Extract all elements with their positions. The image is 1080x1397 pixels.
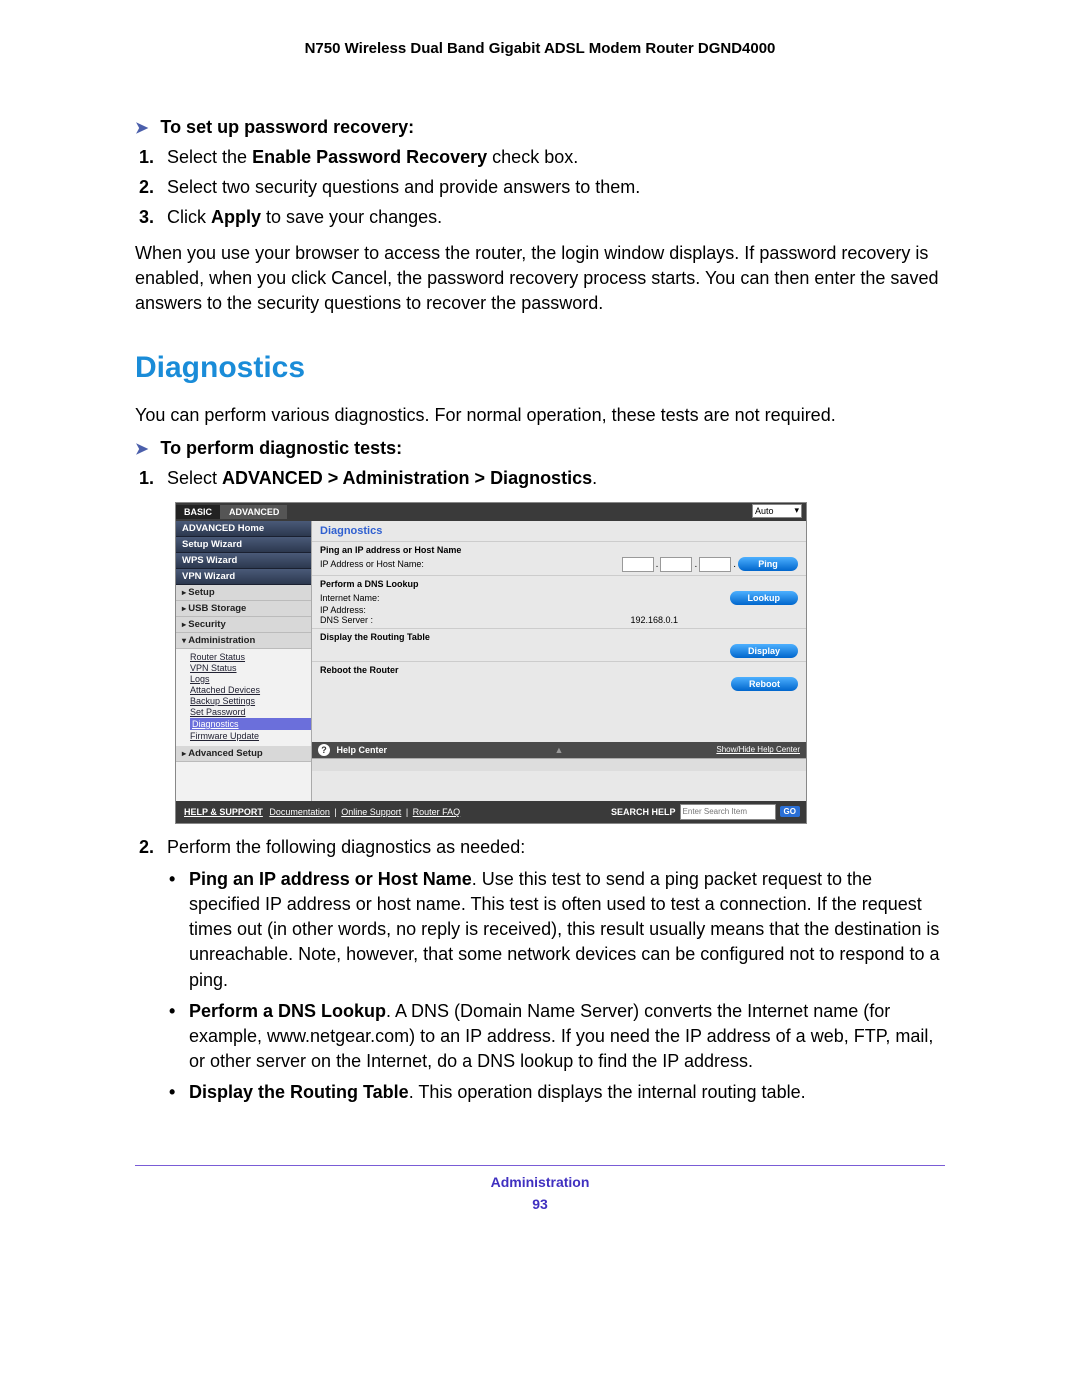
- documentation-link[interactable]: Documentation: [269, 807, 330, 817]
- search-input[interactable]: [680, 804, 776, 820]
- help-support-label: HELP & SUPPORT: [184, 807, 263, 817]
- pwrecovery-steps: 1. Select the Enable Password Recovery c…: [135, 144, 945, 231]
- chevron-down-icon: ▾: [794, 505, 799, 516]
- dns-label: Internet Name:: [320, 593, 380, 603]
- sidebar: ADVANCED Home Setup Wizard WPS Wizard VP…: [176, 521, 312, 801]
- sidebar-submenu: Router Status VPN Status Logs Attached D…: [176, 649, 311, 746]
- ping-section-title: Ping an IP address or Host Name: [320, 545, 798, 555]
- diagnostics-intro: You can perform various diagnostics. For…: [135, 403, 945, 428]
- search-group: SEARCH HELP GO: [611, 804, 800, 820]
- tab-basic[interactable]: BASIC: [176, 505, 221, 519]
- auto-dropdown[interactable]: Auto ▾: [752, 504, 802, 518]
- pwrecovery-paragraph: When you use your browser to access the …: [135, 241, 945, 317]
- ping-octet-2[interactable]: [660, 557, 692, 572]
- horizontal-scrollbar[interactable]: [312, 758, 806, 771]
- list-item: 1. Select the Enable Password Recovery c…: [167, 144, 945, 171]
- footer-divider: [135, 1165, 945, 1166]
- footer-links: HELP & SUPPORT Documentation | Online Su…: [182, 807, 462, 817]
- sub-diagnostics[interactable]: Diagnostics: [190, 718, 311, 730]
- reboot-section: Reboot the Router Reboot: [312, 661, 806, 694]
- tab-bar: BASIC ADVANCED Auto ▾: [176, 503, 806, 521]
- document-page: N750 Wireless Dual Band Gigabit ADSL Mod…: [0, 0, 1080, 1397]
- sidebar-item-advanced-home[interactable]: ADVANCED Home: [176, 521, 311, 537]
- diagnostics-title: Diagnostics: [135, 351, 945, 385]
- sidebar-item-advanced-setup[interactable]: Advanced Setup: [176, 746, 311, 762]
- sidebar-item-administration[interactable]: Administration: [176, 633, 311, 649]
- routing-section: Display the Routing Table Display: [312, 628, 806, 661]
- ping-octet-1[interactable]: [622, 557, 654, 572]
- dns-server-value: 192.168.0.1: [630, 615, 798, 625]
- dns-server-label: DNS Server :: [320, 615, 373, 625]
- ping-octet-3[interactable]: [699, 557, 731, 572]
- diag-bullets: Ping an IP address or Host Name. Use thi…: [135, 867, 945, 1106]
- panel-title: Diagnostics: [312, 521, 806, 541]
- ping-button[interactable]: Ping: [738, 557, 798, 571]
- list-item: Perform a DNS Lookup. A DNS (Domain Name…: [189, 999, 945, 1075]
- sub-logs[interactable]: Logs: [190, 674, 311, 684]
- screenshot-body: ADVANCED Home Setup Wizard WPS Wizard VP…: [176, 521, 806, 801]
- sub-backup-settings[interactable]: Backup Settings: [190, 696, 311, 706]
- diag-heading: ➤ To perform diagnostic tests:: [135, 438, 945, 459]
- sidebar-item-setup-wizard[interactable]: Setup Wizard: [176, 537, 311, 553]
- dns-section: Perform a DNS Lookup Internet Name: Look…: [312, 575, 806, 628]
- sub-vpn-status[interactable]: VPN Status: [190, 663, 311, 673]
- help-center-label[interactable]: Help Center: [337, 745, 388, 755]
- list-item: 1. Select ADVANCED > Administration > Di…: [167, 465, 945, 492]
- arrow-icon: ➤: [135, 118, 148, 138]
- sub-firmware-update[interactable]: Firmware Update: [190, 731, 311, 741]
- diag-steps-2: 2. Perform the following diagnostics as …: [135, 834, 945, 861]
- page-header: N750 Wireless Dual Band Gigabit ADSL Mod…: [135, 40, 945, 57]
- list-item: 3. Click Apply to save your changes.: [167, 204, 945, 231]
- sidebar-item-security[interactable]: Security: [176, 617, 311, 633]
- sub-attached-devices[interactable]: Attached Devices: [190, 685, 311, 695]
- router-faq-link[interactable]: Router FAQ: [413, 807, 461, 817]
- arrow-icon: ➤: [135, 439, 148, 459]
- pwrecovery-heading-text: To set up password recovery:: [160, 117, 414, 138]
- screenshot-footer: HELP & SUPPORT Documentation | Online Su…: [176, 801, 806, 823]
- sidebar-item-vpn-wizard[interactable]: VPN Wizard: [176, 569, 311, 585]
- ping-label: IP Address or Host Name:: [320, 559, 424, 569]
- sidebar-item-usb-storage[interactable]: USB Storage: [176, 601, 311, 617]
- go-button[interactable]: GO: [780, 806, 800, 817]
- search-help-label: SEARCH HELP: [611, 807, 676, 817]
- router-screenshot: BASIC ADVANCED Auto ▾ ADVANCED Home Setu…: [175, 502, 807, 824]
- show-hide-help-link[interactable]: Show/Hide Help Center: [716, 745, 800, 754]
- sidebar-item-wps-wizard[interactable]: WPS Wizard: [176, 553, 311, 569]
- online-support-link[interactable]: Online Support: [341, 807, 401, 817]
- ip-address-label: IP Address:: [320, 605, 798, 615]
- help-bar: ? Help Center ▲ Show/Hide Help Center: [312, 742, 806, 758]
- pwrecovery-heading: ➤ To set up password recovery:: [135, 117, 945, 138]
- tab-advanced[interactable]: ADVANCED: [221, 505, 287, 519]
- list-item: Display the Routing Table. This operatio…: [189, 1080, 945, 1105]
- ping-section: Ping an IP address or Host Name IP Addre…: [312, 541, 806, 575]
- sub-router-status[interactable]: Router Status: [190, 652, 311, 662]
- diag-steps: 1. Select ADVANCED > Administration > Di…: [135, 465, 945, 492]
- list-item: 2. Perform the following diagnostics as …: [167, 834, 945, 861]
- diag-heading-text: To perform diagnostic tests:: [160, 438, 402, 459]
- lookup-button[interactable]: Lookup: [730, 591, 799, 605]
- main-panel: Diagnostics Ping an IP address or Host N…: [312, 521, 806, 801]
- sidebar-item-setup[interactable]: Setup: [176, 585, 311, 601]
- sub-set-password[interactable]: Set Password: [190, 707, 311, 717]
- chevron-up-icon[interactable]: ▲: [555, 745, 564, 755]
- list-item: 2. Select two security questions and pro…: [167, 174, 945, 201]
- reboot-section-title: Reboot the Router: [320, 665, 798, 675]
- footer-page-number: 93: [135, 1196, 945, 1212]
- footer-section: Administration: [135, 1174, 945, 1190]
- help-icon[interactable]: ?: [318, 744, 330, 756]
- ping-input-group: . . . Ping: [622, 557, 798, 572]
- dns-section-title: Perform a DNS Lookup: [320, 579, 798, 589]
- routing-section-title: Display the Routing Table: [320, 632, 798, 642]
- display-button[interactable]: Display: [730, 644, 798, 658]
- list-item: Ping an IP address or Host Name. Use thi…: [189, 867, 945, 993]
- reboot-button[interactable]: Reboot: [731, 677, 798, 691]
